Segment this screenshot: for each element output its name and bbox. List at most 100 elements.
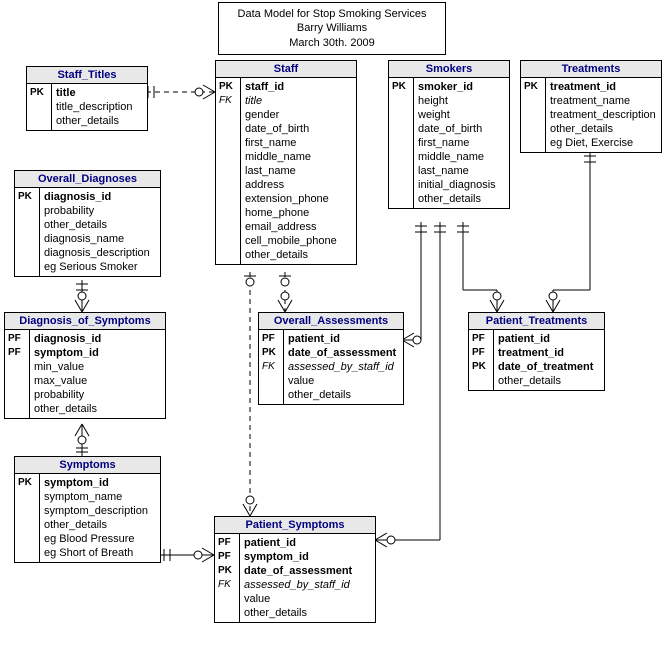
attr: middle_name [418,150,505,164]
key-indicator: PK [219,80,237,94]
entity-staff-titles: Staff_Titles PK title title_description … [26,66,148,131]
key-indicator: PK [392,80,410,94]
attr: min_value [34,360,161,374]
attr: other_details [245,248,352,262]
attr: extension_phone [245,192,352,206]
attr: date_of_assessment [244,564,371,578]
attr: value [244,592,371,606]
attr: other_details [550,122,657,136]
key-indicator: FK [219,94,237,108]
entity-header: Treatments [521,61,661,78]
attr: other_details [418,192,505,206]
key-indicator: PK [472,360,490,374]
key-indicator: PF [8,332,26,346]
attr: symptom_id [34,346,161,360]
attr: first_name [245,136,352,150]
entity-header: Staff_Titles [27,67,147,84]
key-indicator: FK [262,360,280,374]
attr: staff_id [245,80,352,94]
diagram-title-box: Data Model for Stop Smoking Services Bar… [218,2,446,55]
entity-diagnosis-of-symptoms: Diagnosis_of_Symptoms PF PF diagnosis_id… [4,312,166,419]
entity-smokers: Smokers PK smoker_id height weight date_… [388,60,510,209]
key-indicator [30,114,48,128]
key-indicator: PF [472,346,490,360]
attr: date_of_birth [418,122,505,136]
entity-overall-assessments: Overall_Assessments PF PK FK patient_id … [258,312,404,405]
entity-patient-treatments: Patient_Treatments PF PF PK patient_id t… [468,312,605,391]
attr: symptom_id [44,476,156,490]
attr: title [245,94,352,108]
entity-overall-diagnoses: Overall_Diagnoses PK diagnosis_id probab… [14,170,161,277]
title-line-3: March 30th. 2009 [227,36,437,50]
attr: symptom_id [244,550,371,564]
attr: date_of_treatment [498,360,600,374]
attr: probability [34,388,161,402]
attr: other_details [44,218,156,232]
attr: address [245,178,352,192]
attr: treatment_name [550,94,657,108]
key-indicator: PF [218,536,236,550]
attr: other_details [44,518,156,532]
attr: initial_diagnosis [418,178,505,192]
entity-note: eg Blood Pressure [44,532,156,546]
key-indicator: PK [524,80,542,94]
attr: weight [418,108,505,122]
attr: patient_id [498,332,600,346]
attr: diagnosis_description [44,246,156,260]
entity-header: Patient_Symptoms [215,517,375,534]
attr: height [418,94,505,108]
entity-header: Overall_Assessments [259,313,403,330]
title-line-1: Data Model for Stop Smoking Services [227,7,437,21]
attr: treatment_id [550,80,657,94]
attr: max_value [34,374,161,388]
entity-symptoms: Symptoms PK symptom_id symptom_name symp… [14,456,161,563]
entity-header: Diagnosis_of_Symptoms [5,313,165,330]
key-indicator: PF [8,346,26,360]
attr: date_of_assessment [288,346,399,360]
attr: value [288,374,399,388]
attr: patient_id [288,332,399,346]
key-indicator: PF [472,332,490,346]
attr: probability [44,204,156,218]
attr: other_details [498,374,600,388]
key-indicator [30,100,48,114]
attr: other_details [244,606,371,620]
attr: smoker_id [418,80,505,94]
key-indicator: PK [18,476,36,490]
entity-header: Overall_Diagnoses [15,171,160,188]
attr: gender [245,108,352,122]
attr: assessed_by_staff_id [244,578,371,592]
attr: title [56,86,143,100]
attr: other_details [56,114,143,128]
attr: diagnosis_name [44,232,156,246]
attr: title_description [56,100,143,114]
entity-staff: Staff PK FK staff_id title gender date_o… [215,60,357,265]
attr: patient_id [244,536,371,550]
key-indicator: PF [218,550,236,564]
entity-patient-symptoms: Patient_Symptoms PF PF PK FK patient_id … [214,516,376,623]
attr: middle_name [245,150,352,164]
attr: assessed_by_staff_id [288,360,399,374]
attr: diagnosis_id [44,190,156,204]
entity-header: Symptoms [15,457,160,474]
key-indicator: FK [218,578,236,592]
attr: treatment_description [550,108,657,122]
attr: symptom_description [44,504,156,518]
title-line-2: Barry Williams [227,21,437,35]
attr: email_address [245,220,352,234]
attr: last_name [418,164,505,178]
entity-header: Smokers [389,61,509,78]
attr: treatment_id [498,346,600,360]
entity-header: Staff [216,61,356,78]
entity-header: Patient_Treatments [469,313,604,330]
attr: symptom_name [44,490,156,504]
entity-note: eg Diet, Exercise [550,136,657,150]
key-indicator: PK [18,190,36,204]
attr: cell_mobile_phone [245,234,352,248]
attr: last_name [245,164,352,178]
key-indicator: PK [218,564,236,578]
attr: home_phone [245,206,352,220]
entity-treatments: Treatments PK treatment_id treatment_nam… [520,60,662,153]
attr: date_of_birth [245,122,352,136]
key-indicator: PK [262,346,280,360]
